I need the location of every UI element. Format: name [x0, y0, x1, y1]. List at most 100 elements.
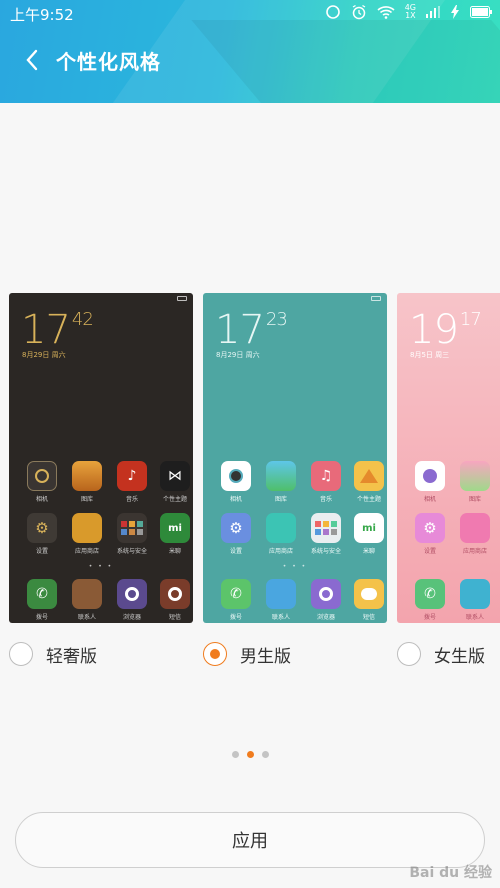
page-dot-active [246, 751, 254, 758]
app-label: 相机 [423, 496, 436, 503]
app-browser: 浏览器 [110, 579, 154, 621]
app-label: 应用商店 [74, 548, 99, 555]
phone-icon: ✆ [415, 579, 445, 609]
app-label: 图库 [274, 496, 287, 503]
app-label: 浏览器 [316, 614, 335, 621]
battery-icon [470, 6, 492, 18]
app-store: 应用商店 [453, 513, 497, 555]
camera-icon [415, 461, 445, 491]
app-label: 图库 [80, 496, 93, 503]
preview-date: 8月5日 周三 [410, 351, 450, 359]
app-gallery: 图库 [65, 461, 109, 503]
apply-button[interactable]: 应用 [15, 812, 485, 868]
dock: ✆ 拨号 联系人 [397, 577, 500, 623]
app-messages: 短信 [153, 579, 193, 621]
app-label: 相机 [229, 496, 242, 503]
status-bar: 上午9:52 4G 1X [0, 0, 500, 28]
gear-icon: ⚙ [221, 513, 251, 543]
app-mitalk: mi 米聊 [153, 513, 193, 555]
app-messages: 短信 [347, 579, 387, 621]
option-female[interactable]: 女生版 [397, 639, 485, 669]
icon-row: ⚙ 设置 应用商店 [397, 513, 500, 563]
preview-clock: 17 23 [215, 307, 288, 353]
app-label: 拨号 [423, 614, 436, 621]
signal-icon [426, 6, 440, 18]
page-dot [231, 751, 239, 758]
back-button[interactable] [18, 46, 46, 74]
app-music: ♪ 音乐 [110, 461, 154, 503]
app-label: 短信 [362, 614, 375, 621]
app-label: 米聊 [168, 548, 181, 555]
icon-row: ⚙ 设置 应用商店 系统与安全 mi 米聊 [203, 513, 387, 563]
contacts-icon [72, 579, 102, 609]
theme-preview-female[interactable]: 19 17 8月5日 周三 相机 图库 ⚙ 设置 应用商店 ✆ 拨号 联系人 [397, 293, 500, 623]
title-bar: 个性化风格 [0, 38, 500, 82]
theme-icon [354, 461, 384, 491]
option-male[interactable]: 男生版 [203, 639, 291, 669]
radio-female[interactable] [397, 642, 421, 666]
music-icon: ♫ [311, 461, 341, 491]
app-phone: ✆ 拨号 [20, 579, 64, 621]
app-label: 应用商店 [268, 548, 293, 555]
chat-bubble-icon: mi [354, 513, 384, 543]
battery-icon [371, 296, 381, 301]
gear-icon: ⚙ [415, 513, 445, 543]
page-indicator [0, 751, 500, 758]
option-luxury[interactable]: 轻奢版 [9, 639, 97, 669]
message-icon [160, 579, 190, 609]
charging-icon [451, 5, 459, 19]
alarm-icon [352, 4, 366, 20]
theme-preview-luxury[interactable]: 17 42 8月29日 周六 相机 图库 ♪ 音乐 ⋈ 个性主题 ⚙ 设置 应用商店 系… [9, 293, 193, 623]
clock-minute: 42 [71, 309, 94, 330]
header: 上午9:52 4G 1X 个性化风格 [0, 0, 500, 103]
icon-row: 相机 图库 ♪ 音乐 ⋈ 个性主题 [9, 461, 193, 511]
gear-icon: ⚙ [27, 513, 57, 543]
battery-icon [177, 296, 187, 301]
app-label: 应用商店 [462, 548, 487, 555]
folder-icon [117, 513, 147, 543]
app-label: 图库 [468, 496, 481, 503]
preview-clock: 17 42 [21, 307, 94, 353]
contacts-icon [460, 579, 490, 609]
app-browser: 浏览器 [304, 579, 348, 621]
app-themes: 个性主题 [347, 461, 387, 503]
option-label: 轻奢版 [46, 646, 97, 667]
theme-preview-male[interactable]: 17 23 8月29日 周六 相机 图库 ♫ 音乐 个性主题 ⚙ 设置 应用商店 系统… [203, 293, 387, 623]
app-camera: 相机 [214, 461, 258, 503]
app-label: 联系人 [465, 614, 484, 621]
status-time: 上午9:52 [10, 6, 74, 24]
folder-icon [311, 513, 341, 543]
app-themes: ⋈ 个性主题 [153, 461, 193, 503]
preview-clock: 19 17 [409, 307, 482, 353]
app-settings: ⚙ 设置 [408, 513, 452, 555]
clock-hour: 17 [21, 307, 71, 353]
camera-icon [221, 461, 251, 491]
app-settings: ⚙ 设置 [20, 513, 64, 555]
dock: ✆ 拨号 联系人 浏览器 短信 [203, 577, 387, 623]
clock-minute: 23 [265, 309, 288, 330]
gallery-icon [460, 461, 490, 491]
app-music: ♫ 音乐 [304, 461, 348, 503]
chevron-left-icon [26, 49, 38, 71]
radio-male[interactable] [203, 642, 227, 666]
app-label: 拨号 [35, 614, 48, 621]
icon-row: ⚙ 设置 应用商店 系统与安全 mi 米聊 [9, 513, 193, 563]
app-security: 系统与安全 [304, 513, 348, 555]
clock-hour: 17 [215, 307, 265, 353]
preview-date: 8月29日 周六 [22, 351, 66, 359]
network-label-1x: 1X [405, 11, 416, 20]
app-label: 相机 [35, 496, 48, 503]
phone-icon: ✆ [221, 579, 251, 609]
sync-icon [325, 5, 340, 19]
app-phone: ✆ 拨号 [214, 579, 258, 621]
radio-luxury[interactable] [9, 642, 33, 666]
watermark: Bai du 经验 [409, 865, 492, 881]
shopping-bag-icon [266, 513, 296, 543]
home-page-dots: • • • [88, 563, 114, 570]
app-label: 系统与安全 [310, 548, 341, 555]
app-store: 应用商店 [259, 513, 303, 555]
browser-icon [311, 579, 341, 609]
browser-icon [117, 579, 147, 609]
app-settings: ⚙ 设置 [214, 513, 258, 555]
app-phone: ✆ 拨号 [408, 579, 452, 621]
